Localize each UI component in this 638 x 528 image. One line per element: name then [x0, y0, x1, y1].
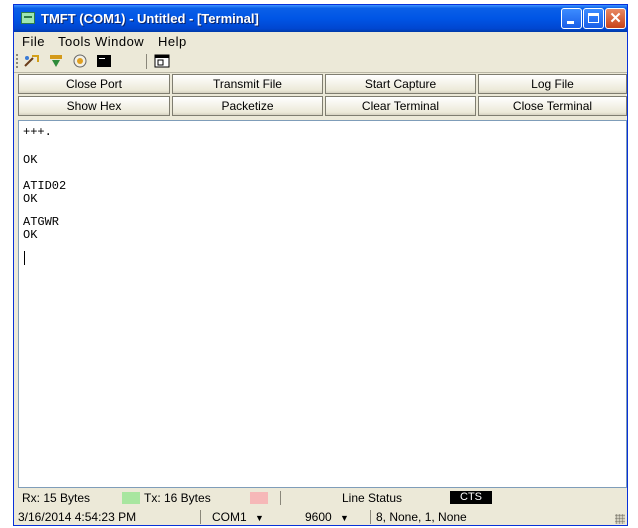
rx-count: Rx: 15 Bytes — [22, 491, 91, 505]
menu-tools-window[interactable]: Tools Window — [58, 34, 144, 49]
show-hex-button[interactable]: Show Hex — [18, 96, 170, 116]
window-title: TMFT (COM1) - Untitled - [Terminal] — [41, 11, 259, 26]
close-port-button[interactable]: Close Port — [18, 74, 170, 94]
toolbar-separator — [146, 54, 147, 69]
terminal-line: ATGWR — [23, 215, 60, 229]
window-icon[interactable] — [154, 54, 170, 68]
port-select[interactable]: COM1 ▼ — [212, 510, 264, 524]
app-icon — [21, 12, 35, 24]
resize-grip-icon[interactable] — [615, 514, 625, 524]
cts-indicator: CTS — [450, 491, 492, 504]
port-settings: 8, None, 1, None — [376, 510, 467, 524]
terminal-line: ATID02 — [23, 179, 67, 193]
status-divider — [200, 510, 201, 524]
baud-value: 9600 — [305, 510, 332, 524]
timestamp: 3/16/2014 4:54:23 PM — [18, 510, 137, 524]
chevron-down-icon: ▼ — [250, 513, 264, 523]
menu-help[interactable]: Help — [158, 34, 187, 49]
menu-file[interactable]: File — [22, 34, 45, 49]
clear-terminal-button[interactable]: Clear Terminal — [325, 96, 476, 116]
start-capture-button[interactable]: Start Capture — [325, 74, 476, 94]
capture-icon[interactable] — [72, 54, 88, 68]
terminal-line: OK — [23, 228, 38, 242]
status-bar-connection: 3/16/2014 4:54:23 PM COM1 ▼ 9600 ▼ 8, No… — [14, 508, 627, 525]
close-window-button[interactable]: ✕ — [605, 8, 626, 29]
maximize-icon — [588, 13, 599, 23]
transmit-file-button[interactable]: Transmit File — [172, 74, 323, 94]
toolbar-grip-icon[interactable] — [16, 54, 20, 68]
terminal-line: OK — [23, 153, 38, 167]
terminal-output[interactable]: +++. OK ATID02 OK ATGWR OK — [18, 120, 627, 488]
terminal-line: OK — [23, 192, 38, 206]
packetize-button[interactable]: Packetize — [172, 96, 323, 116]
transmit-icon[interactable] — [48, 54, 64, 68]
tx-count: Tx: 16 Bytes — [144, 491, 211, 505]
app-window: TMFT (COM1) - Untitled - [Terminal] ✕ Fi… — [13, 4, 628, 526]
status-bar-counters: Rx: 15 Bytes Tx: 16 Bytes Line Status CT… — [18, 489, 627, 506]
rx-indicator — [122, 492, 140, 504]
terminal-line: +++. — [23, 125, 52, 139]
close-terminal-button[interactable]: Close Terminal — [478, 96, 627, 116]
maximize-button[interactable] — [583, 8, 604, 29]
title-bar[interactable]: TMFT (COM1) - Untitled - [Terminal] ✕ — [14, 5, 627, 32]
terminal-icon[interactable] — [96, 54, 112, 68]
toolbar — [14, 50, 627, 73]
minimize-icon — [567, 21, 574, 24]
line-status-label: Line Status — [342, 491, 403, 505]
port-value: COM1 — [212, 510, 247, 524]
log-file-button[interactable]: Log File — [478, 74, 627, 94]
menu-bar: File Tools Window Help — [14, 33, 627, 50]
text-cursor — [24, 251, 25, 265]
connect-icon[interactable] — [24, 54, 40, 68]
chevron-down-icon: ▼ — [335, 513, 349, 523]
tx-indicator — [250, 492, 268, 504]
status-divider — [280, 491, 281, 505]
close-icon: ✕ — [609, 10, 622, 27]
status-divider — [370, 510, 371, 524]
baud-select[interactable]: 9600 ▼ — [305, 510, 349, 524]
minimize-button[interactable] — [561, 8, 582, 29]
